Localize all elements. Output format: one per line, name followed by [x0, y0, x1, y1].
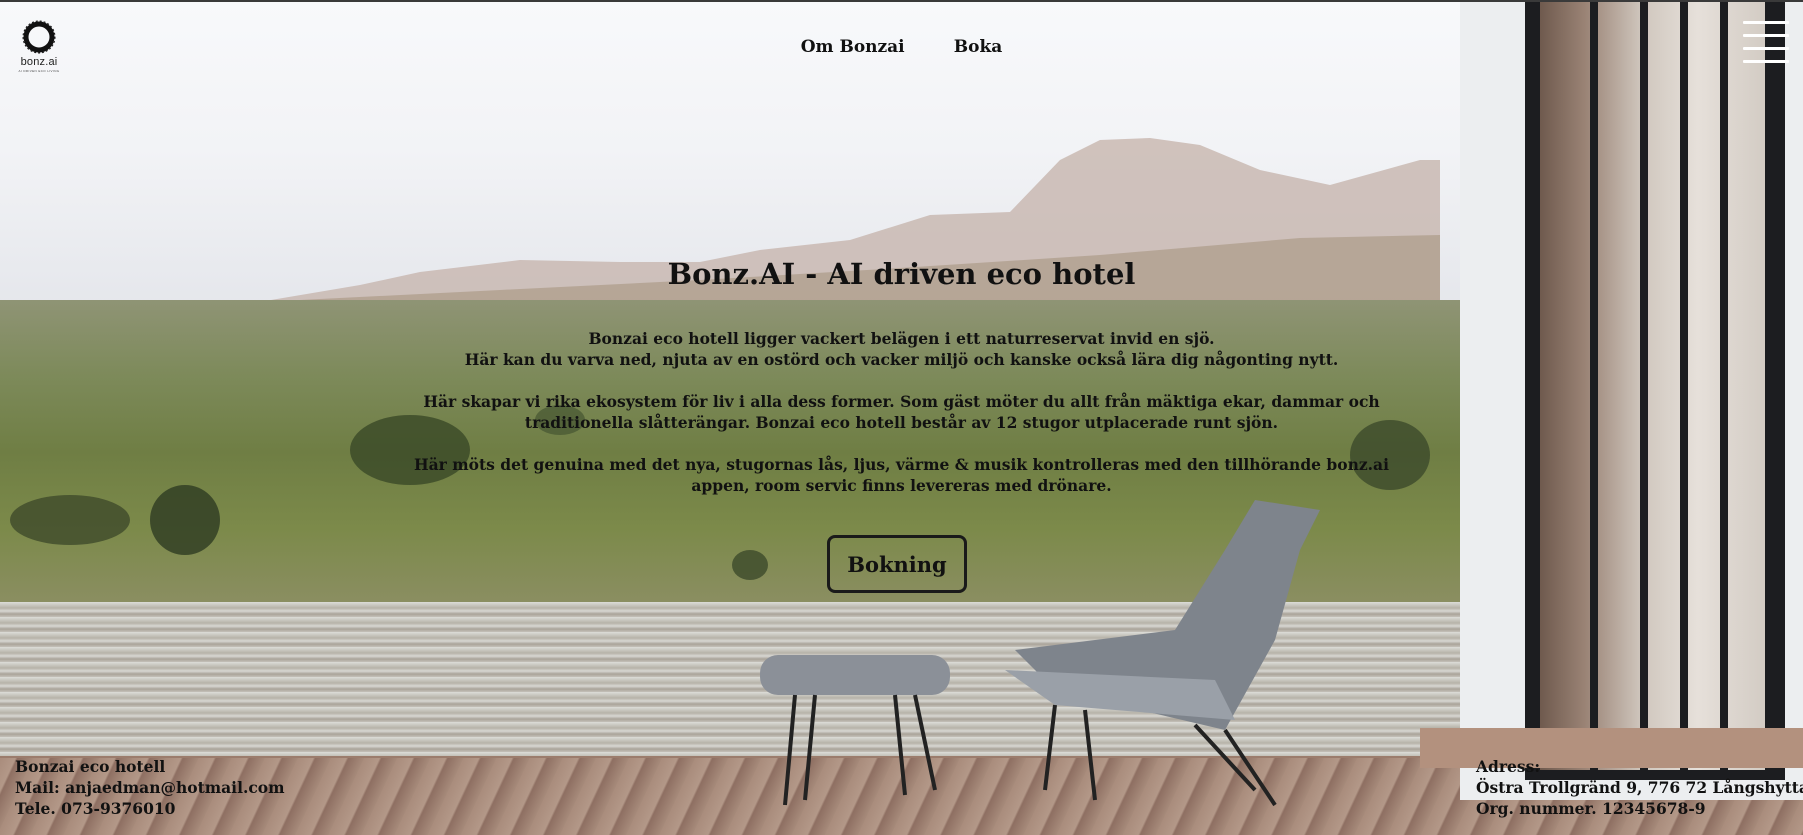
footer-address-label: Adress:	[1476, 757, 1541, 776]
nav-link-boka[interactable]: Boka	[954, 37, 1003, 57]
hero-paragraph-line: Bonzai eco hotell ligger vackert belägen…	[588, 329, 1215, 348]
hero-paragraph-line: Här kan du varva ned, njuta av en ostörd…	[464, 350, 1339, 369]
hero-paragraph: Bonzai eco hotell ligger vackert belägen…	[0, 328, 1803, 370]
hero-paragraph-line: traditionella slåtterängar. Bonzai eco h…	[524, 413, 1279, 432]
hero-paragraph: Här möts det genuina med det nya, stugor…	[0, 454, 1803, 496]
hero-title: Bonz.AI - AI driven eco hotel	[667, 257, 1136, 291]
top-border	[0, 0, 1803, 2]
logo-text: bonz.ai	[20, 56, 58, 68]
bokning-button[interactable]: Bokning	[827, 535, 967, 593]
footer-address-line: Östra Trollgränd 9, 776 72 Långshyttan	[1476, 778, 1803, 797]
hero-paragraph-line: Här möts det genuina med det nya, stugor…	[413, 455, 1389, 474]
hero-description: Bonzai eco hotell ligger vackert belägen…	[0, 328, 1803, 517]
nav-link-om-bonzai[interactable]: Om Bonzai	[801, 37, 905, 57]
footer-mail[interactable]: Mail: anjaedman@hotmail.com	[15, 777, 285, 798]
footer-hotel-name: Bonzai eco hotell	[15, 757, 166, 776]
main-nav: Om Bonzai Boka	[0, 37, 1803, 57]
footer-phone[interactable]: Tele. 073-9376010	[15, 798, 285, 819]
footer-address: Adress: Östra Trollgränd 9, 776 72 Långs…	[1476, 756, 1803, 819]
footer-org-number: Org. nummer. 12345678-9	[1476, 799, 1706, 818]
hero-paragraph: Här skapar vi rika ekosystem för liv i a…	[0, 391, 1803, 433]
hero-paragraph-line: Här skapar vi rika ekosystem för liv i a…	[423, 392, 1380, 411]
hamburger-menu-icon[interactable]	[1743, 21, 1789, 63]
footer-contact: Bonzai eco hotell Mail: anjaedman@hotmai…	[15, 756, 285, 819]
logo-tagline: AI DRIVEN ECO LIVING	[18, 69, 60, 73]
hero-paragraph-line: appen, room servic finns levereras med d…	[691, 476, 1112, 495]
